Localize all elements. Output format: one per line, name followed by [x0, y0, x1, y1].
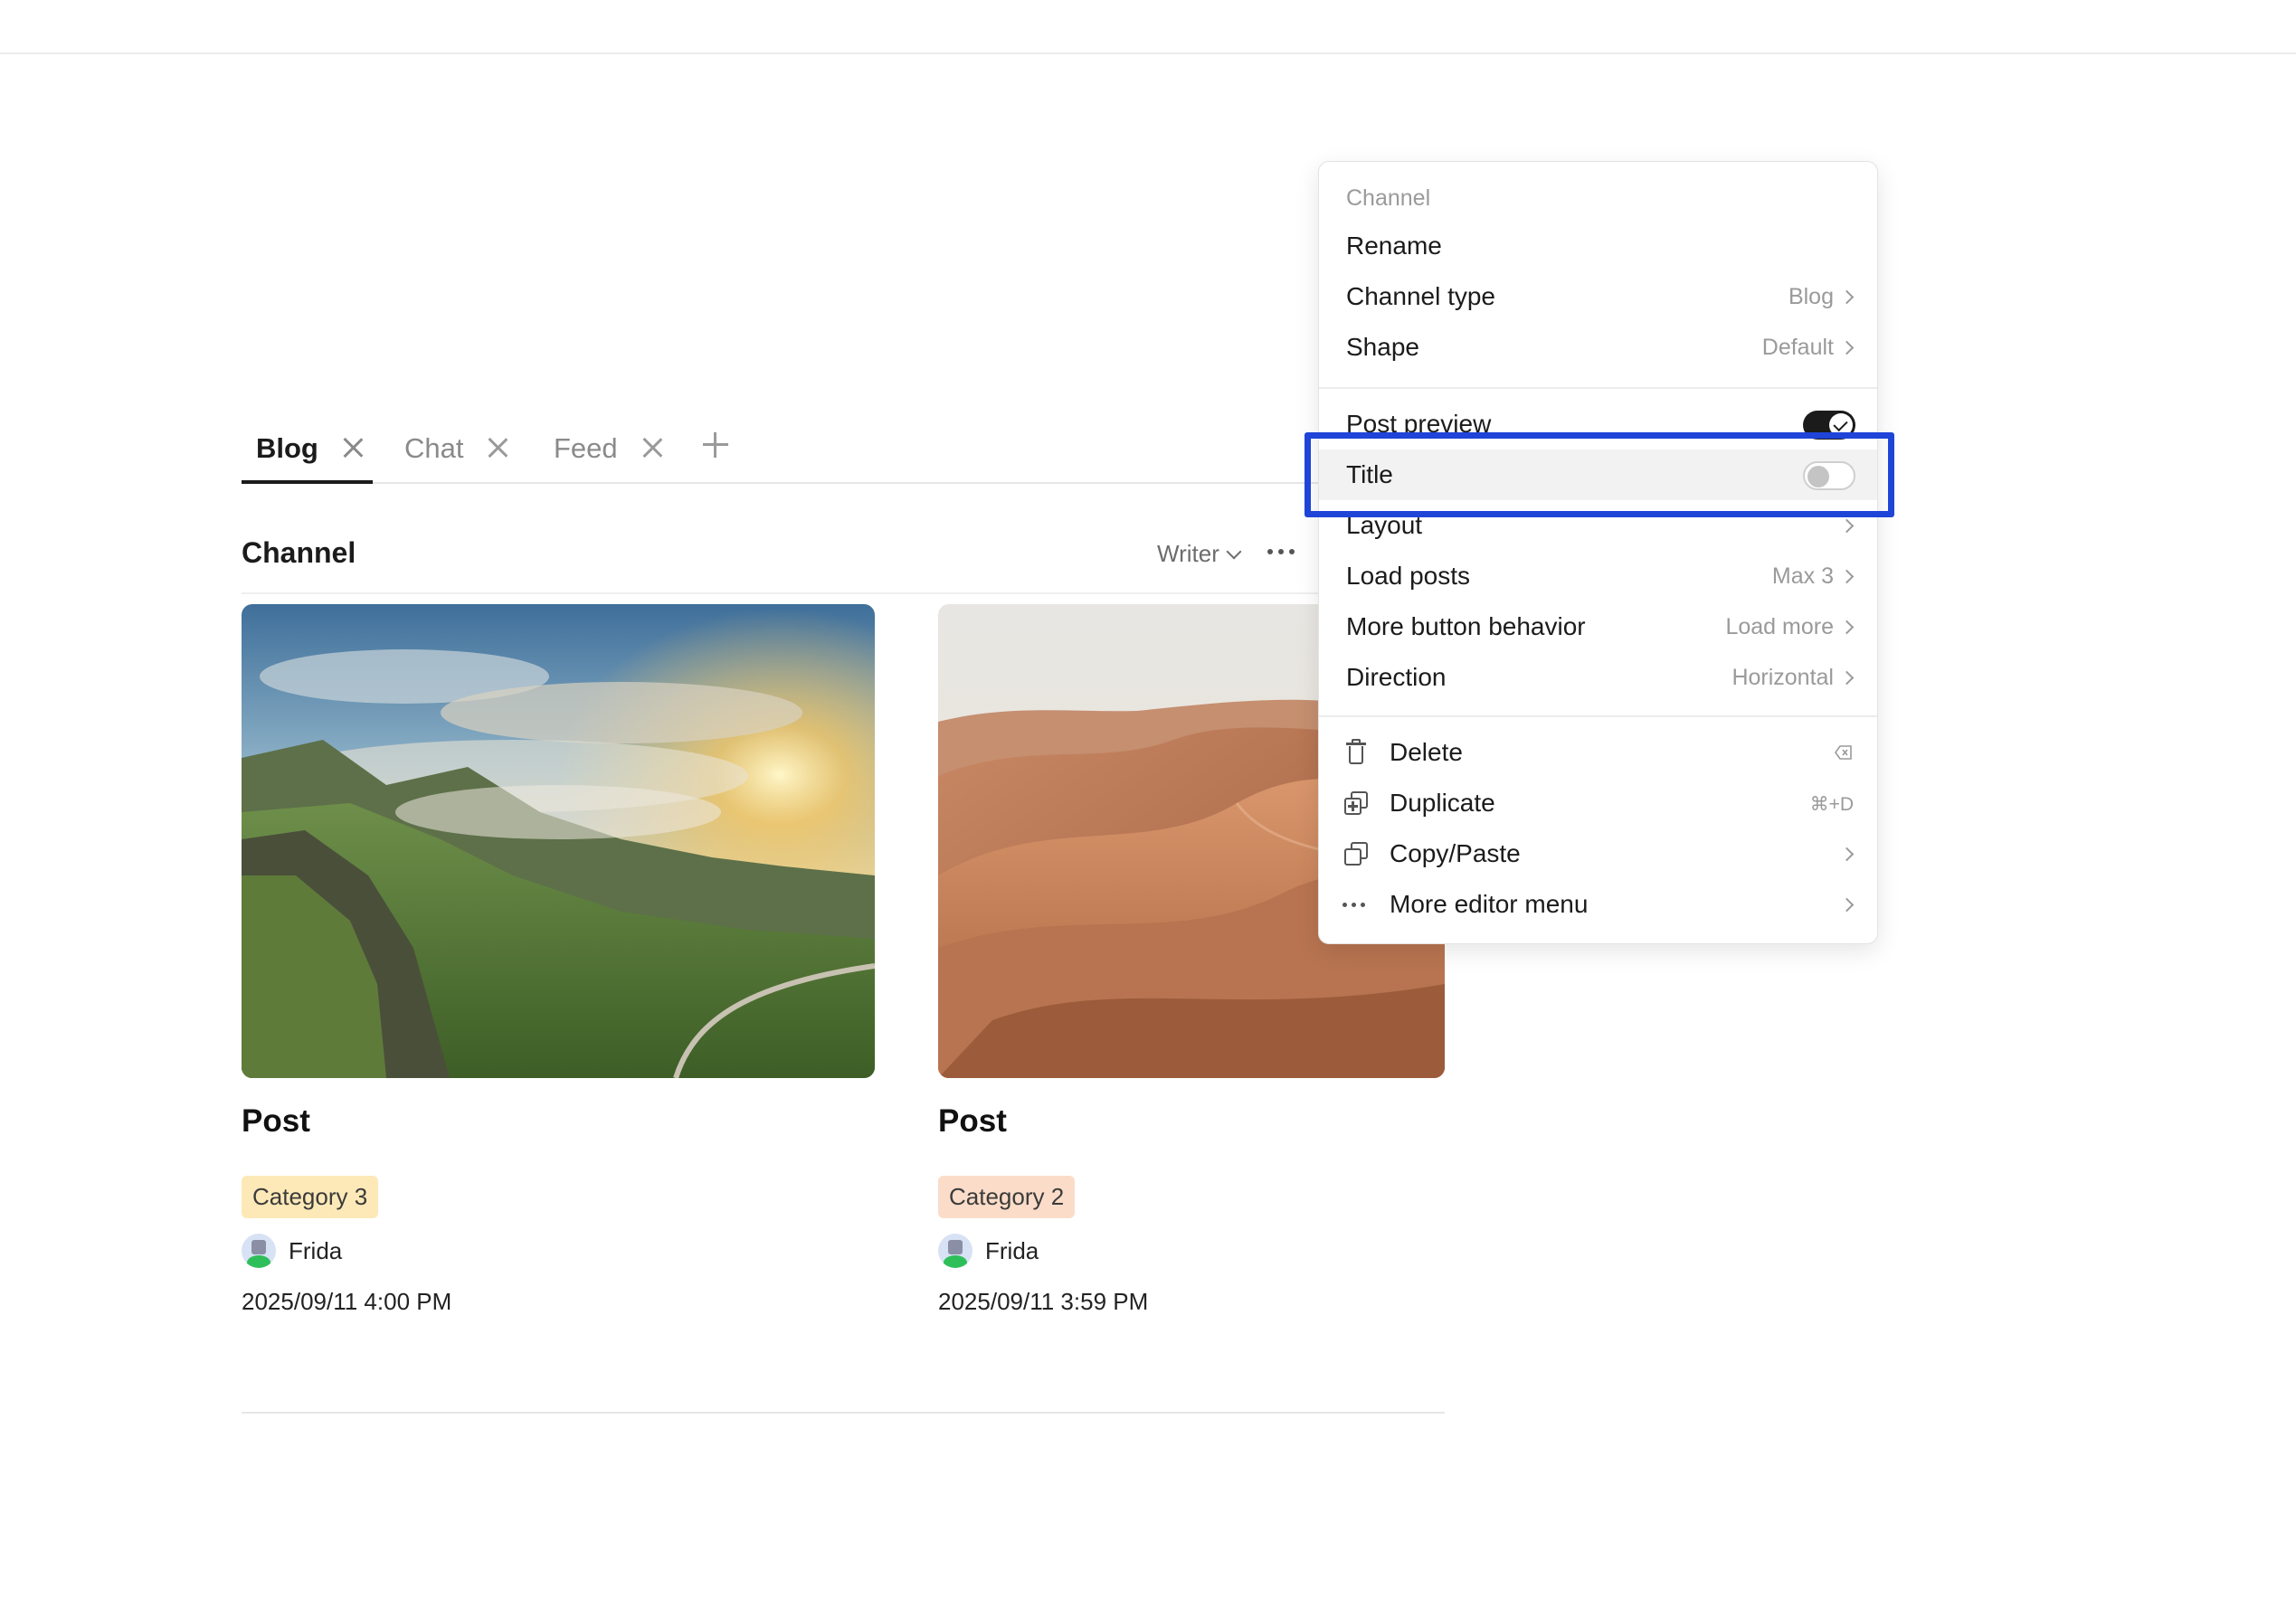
post-author[interactable]: Frida: [938, 1234, 1039, 1268]
menu-item-value: Max 3: [1771, 563, 1834, 589]
tab-chat[interactable]: Chat: [404, 412, 508, 484]
chevron-right-icon: [1839, 289, 1855, 305]
duplicate-icon: [1342, 790, 1370, 817]
chevron-right-icon: [1839, 518, 1855, 534]
category-badge[interactable]: Category 3: [242, 1176, 379, 1218]
trash-icon: [1342, 739, 1370, 766]
tab-label: Blog: [256, 431, 318, 464]
avatar: [938, 1234, 972, 1268]
tab-label: Chat: [404, 431, 464, 464]
post-title[interactable]: Post: [242, 1103, 310, 1140]
close-icon[interactable]: [487, 437, 508, 459]
menu-item-value: Load more: [1725, 614, 1834, 639]
category-badge[interactable]: Category 2: [938, 1176, 1076, 1218]
menu-item-duplicate[interactable]: Duplicate ⌘+D: [1319, 778, 1877, 828]
post-card[interactable]: Post Category 3 Frida 2025/09/11 4:00 PM: [242, 604, 875, 1315]
add-tab-icon[interactable]: [702, 431, 729, 459]
menu-item-copy-paste[interactable]: Copy/Paste: [1319, 828, 1877, 879]
chevron-right-icon: [1839, 620, 1855, 635]
channel-context-menu: Channel Rename Channel type Blog Shape D…: [1318, 161, 1878, 944]
channel-tabs: Blog Chat Feed: [242, 412, 1445, 484]
menu-section-label: Channel: [1346, 185, 1431, 211]
menu-item-label: Shape: [1346, 333, 1419, 361]
menu-item-value: Default: [1761, 335, 1834, 360]
avatar: [242, 1234, 276, 1268]
menu-item-rename[interactable]: Rename: [1319, 221, 1877, 271]
menu-item-label: Load posts: [1346, 562, 1470, 590]
menu-item-label: Channel type: [1346, 282, 1496, 310]
post-image: [242, 604, 875, 1078]
menu-item-label: More editor menu: [1390, 890, 1589, 918]
post-author[interactable]: Frida: [242, 1234, 342, 1268]
active-tab-indicator: [242, 480, 373, 484]
backspace-icon: [1835, 745, 1852, 760]
chevron-right-icon: [1839, 670, 1855, 686]
menu-item-direction[interactable]: Direction Horizontal: [1319, 652, 1877, 703]
menu-item-value: Horizontal: [1731, 665, 1834, 690]
menu-item-more-editor-menu[interactable]: More editor menu: [1319, 879, 1877, 930]
menu-item-channel-type[interactable]: Channel type Blog: [1319, 271, 1877, 322]
chevron-down-icon: [1226, 544, 1242, 559]
highlight-box: [1305, 432, 1894, 517]
more-options-icon[interactable]: [1267, 549, 1295, 554]
menu-item-label: Duplicate: [1390, 789, 1495, 817]
menu-item-load-posts[interactable]: Load posts Max 3: [1319, 551, 1877, 601]
chevron-right-icon: [1839, 897, 1855, 913]
menu-item-more-button-behavior[interactable]: More button behavior Load more: [1319, 601, 1877, 652]
page: Blog Chat Feed Channel Writer Post Categ…: [0, 0, 2296, 1599]
tab-feed[interactable]: Feed: [554, 412, 663, 484]
close-icon[interactable]: [641, 437, 663, 459]
copy-icon: [1342, 840, 1370, 867]
menu-item-delete[interactable]: Delete: [1319, 727, 1877, 778]
more-horizontal-icon: [1342, 891, 1370, 918]
writer-label: Writer: [1157, 540, 1219, 567]
menu-item-label: Copy/Paste: [1390, 839, 1521, 867]
post-date: 2025/09/11 4:00 PM: [242, 1288, 452, 1315]
menu-item-value: Blog: [1788, 284, 1834, 309]
menu-item-label: Direction: [1346, 663, 1447, 691]
menu-item-label: More button behavior: [1346, 612, 1586, 640]
channel-title: Channel: [242, 536, 356, 569]
keyboard-shortcut: ⌘+D: [1809, 794, 1854, 815]
channel-header: Channel Writer: [242, 529, 1445, 594]
tab-blog[interactable]: Blog: [256, 412, 364, 484]
menu-divider: [1319, 715, 1877, 717]
menu-item-shape[interactable]: Shape Default: [1319, 322, 1877, 373]
menu-divider: [1319, 387, 1877, 389]
chevron-right-icon: [1839, 569, 1855, 584]
menu-item-label: Rename: [1346, 232, 1442, 260]
top-divider: [0, 52, 2296, 54]
author-name: Frida: [289, 1236, 343, 1264]
author-name: Frida: [985, 1236, 1039, 1264]
chevron-right-icon: [1839, 847, 1855, 862]
menu-item-label: Delete: [1390, 738, 1463, 766]
tab-label: Feed: [554, 431, 618, 464]
channel-bottom-divider: [242, 1412, 1445, 1414]
chevron-right-icon: [1839, 340, 1855, 355]
close-icon[interactable]: [342, 437, 364, 459]
landscape-mountains-image: [242, 604, 875, 1078]
post-title[interactable]: Post: [938, 1103, 1007, 1140]
writer-dropdown[interactable]: Writer: [1157, 540, 1242, 568]
post-date: 2025/09/11 3:59 PM: [938, 1288, 1149, 1315]
